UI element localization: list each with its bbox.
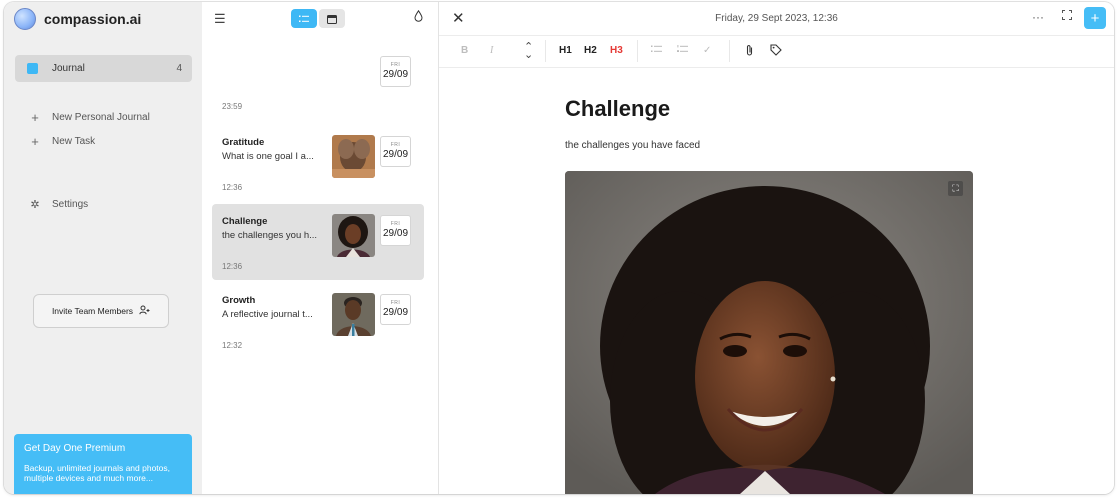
entry-list-pane: ☰ FRI 29/09 23:59 Gratitude What is one … xyxy=(202,2,439,494)
italic-button[interactable]: I xyxy=(490,45,493,56)
attachment-icon[interactable] xyxy=(745,44,754,60)
date-weekday: FRI xyxy=(390,142,401,148)
sidebar: compassion.ai Journal 4 + New Personal J… xyxy=(4,2,202,494)
entry-snippet: the challenges you h... xyxy=(222,230,318,241)
app-window: compassion.ai Journal 4 + New Personal J… xyxy=(4,2,1114,494)
entry-datetime: Friday, 29 Sept 2023, 12:36 xyxy=(715,13,838,24)
new-task-link[interactable]: + New Task xyxy=(30,134,95,149)
plus-icon: + xyxy=(31,110,39,125)
app-logo xyxy=(14,8,36,30)
date-badge: FRI 29/09 xyxy=(380,294,411,325)
date-day: 29/09 xyxy=(382,228,409,239)
date-weekday: FRI xyxy=(390,62,401,68)
sidebar-link-label: New Task xyxy=(52,136,96,147)
entry-title: Gratitude xyxy=(222,137,265,148)
text-size-chevron-icon[interactable]: ⌃ ⌄ xyxy=(524,42,533,61)
sidebar-item-journal[interactable]: Journal 4 xyxy=(15,55,192,82)
list-item-gratitude[interactable]: Gratitude What is one goal I a... FRI 29… xyxy=(212,125,424,201)
entry-title: Challenge xyxy=(222,216,268,227)
date-badge: FRI 29/09 xyxy=(380,136,411,167)
entry-photo[interactable]: ⛶ xyxy=(565,171,973,494)
editor-pane: ✕ Friday, 29 Sept 2023, 12:36 ··· + B I … xyxy=(439,2,1114,494)
entry-body-text[interactable]: the challenges you have faced xyxy=(565,140,700,151)
entry-title: Growth xyxy=(222,295,256,306)
format-toolbar: B I ⌃ ⌄ H1 H2 H3 ✓ xyxy=(439,36,1114,68)
heading2-button[interactable]: H2 xyxy=(584,45,597,56)
entry-thumbnail xyxy=(332,135,375,178)
expand-image-icon[interactable]: ⛶ xyxy=(948,181,963,196)
fullscreen-icon[interactable] xyxy=(1062,10,1072,23)
sidebar-link-label: New Personal Journal xyxy=(52,112,150,123)
entry-time: 12:32 xyxy=(222,341,243,350)
premium-description: Backup, unlimited journals and photos, m… xyxy=(24,463,171,483)
premium-banner[interactable]: Get Day One Premium Backup, unlimited jo… xyxy=(14,434,192,494)
list-view-icon[interactable] xyxy=(291,9,317,28)
toolbar-divider xyxy=(637,40,638,62)
brand: compassion.ai xyxy=(14,8,141,30)
invite-team-members-button[interactable]: Invite Team Members xyxy=(33,294,169,328)
tag-icon[interactable] xyxy=(770,44,782,59)
date-day: 29/09 xyxy=(382,149,409,160)
toolbar-divider xyxy=(729,40,730,62)
calendar-view-icon[interactable] xyxy=(319,9,345,28)
entry-time: 12:36 xyxy=(222,262,243,271)
bold-button[interactable]: B xyxy=(461,45,468,56)
date-day: 29/09 xyxy=(382,307,409,318)
add-user-icon xyxy=(139,305,150,318)
list-item-challenge[interactable]: Challenge the challenges you h... FRI 29… xyxy=(212,204,424,280)
date-day: 29/09 xyxy=(382,69,409,80)
menu-icon[interactable]: ☰ xyxy=(214,11,226,27)
view-toggle xyxy=(291,9,345,28)
entry-title-heading[interactable]: Challenge xyxy=(565,96,670,122)
journal-color-icon xyxy=(27,63,38,74)
new-personal-journal-link[interactable]: + New Personal Journal xyxy=(30,110,150,125)
entry-time: 12:36 xyxy=(222,183,243,192)
checklist-icon[interactable]: ✓ xyxy=(703,45,711,56)
plus-icon: + xyxy=(31,134,39,149)
journal-count: 4 xyxy=(176,63,182,74)
heading1-button[interactable]: H1 xyxy=(559,45,572,56)
gear-icon: ✲ xyxy=(30,199,40,211)
numbered-list-icon[interactable] xyxy=(677,45,689,56)
entry-snippet: What is one goal I a... xyxy=(222,151,314,162)
app-name: compassion.ai xyxy=(44,11,142,27)
sidebar-item-label: Journal xyxy=(52,63,85,74)
date-badge: FRI 29/09 xyxy=(380,215,411,246)
date-weekday: FRI xyxy=(390,300,401,306)
editor-header: ✕ Friday, 29 Sept 2023, 12:36 ··· + xyxy=(439,2,1114,36)
list-item-growth[interactable]: Growth A reflective journal t... FRI 29/… xyxy=(212,283,424,359)
list-toolbar: ☰ xyxy=(202,2,438,36)
heading3-button[interactable]: H3 xyxy=(610,45,623,56)
toolbar-divider xyxy=(545,40,546,62)
more-options-icon[interactable]: ··· xyxy=(1032,10,1044,24)
invite-label: Invite Team Members xyxy=(51,306,134,316)
date-badge: FRI 29/09 xyxy=(380,56,411,87)
bullet-list-icon[interactable] xyxy=(651,45,663,56)
settings-label: Settings xyxy=(52,199,89,210)
entry-snippet: A reflective journal t... xyxy=(222,309,313,320)
date-weekday: FRI xyxy=(390,221,401,227)
entry-thumbnail xyxy=(332,293,375,336)
entry-thumbnail xyxy=(332,214,375,257)
entry-time: 23:59 xyxy=(222,102,243,111)
water-drop-icon[interactable] xyxy=(414,9,423,25)
settings-link[interactable]: ✲ Settings xyxy=(30,198,88,211)
add-entry-button[interactable]: + xyxy=(1084,7,1106,29)
premium-title: Get Day One Premium xyxy=(24,443,126,454)
